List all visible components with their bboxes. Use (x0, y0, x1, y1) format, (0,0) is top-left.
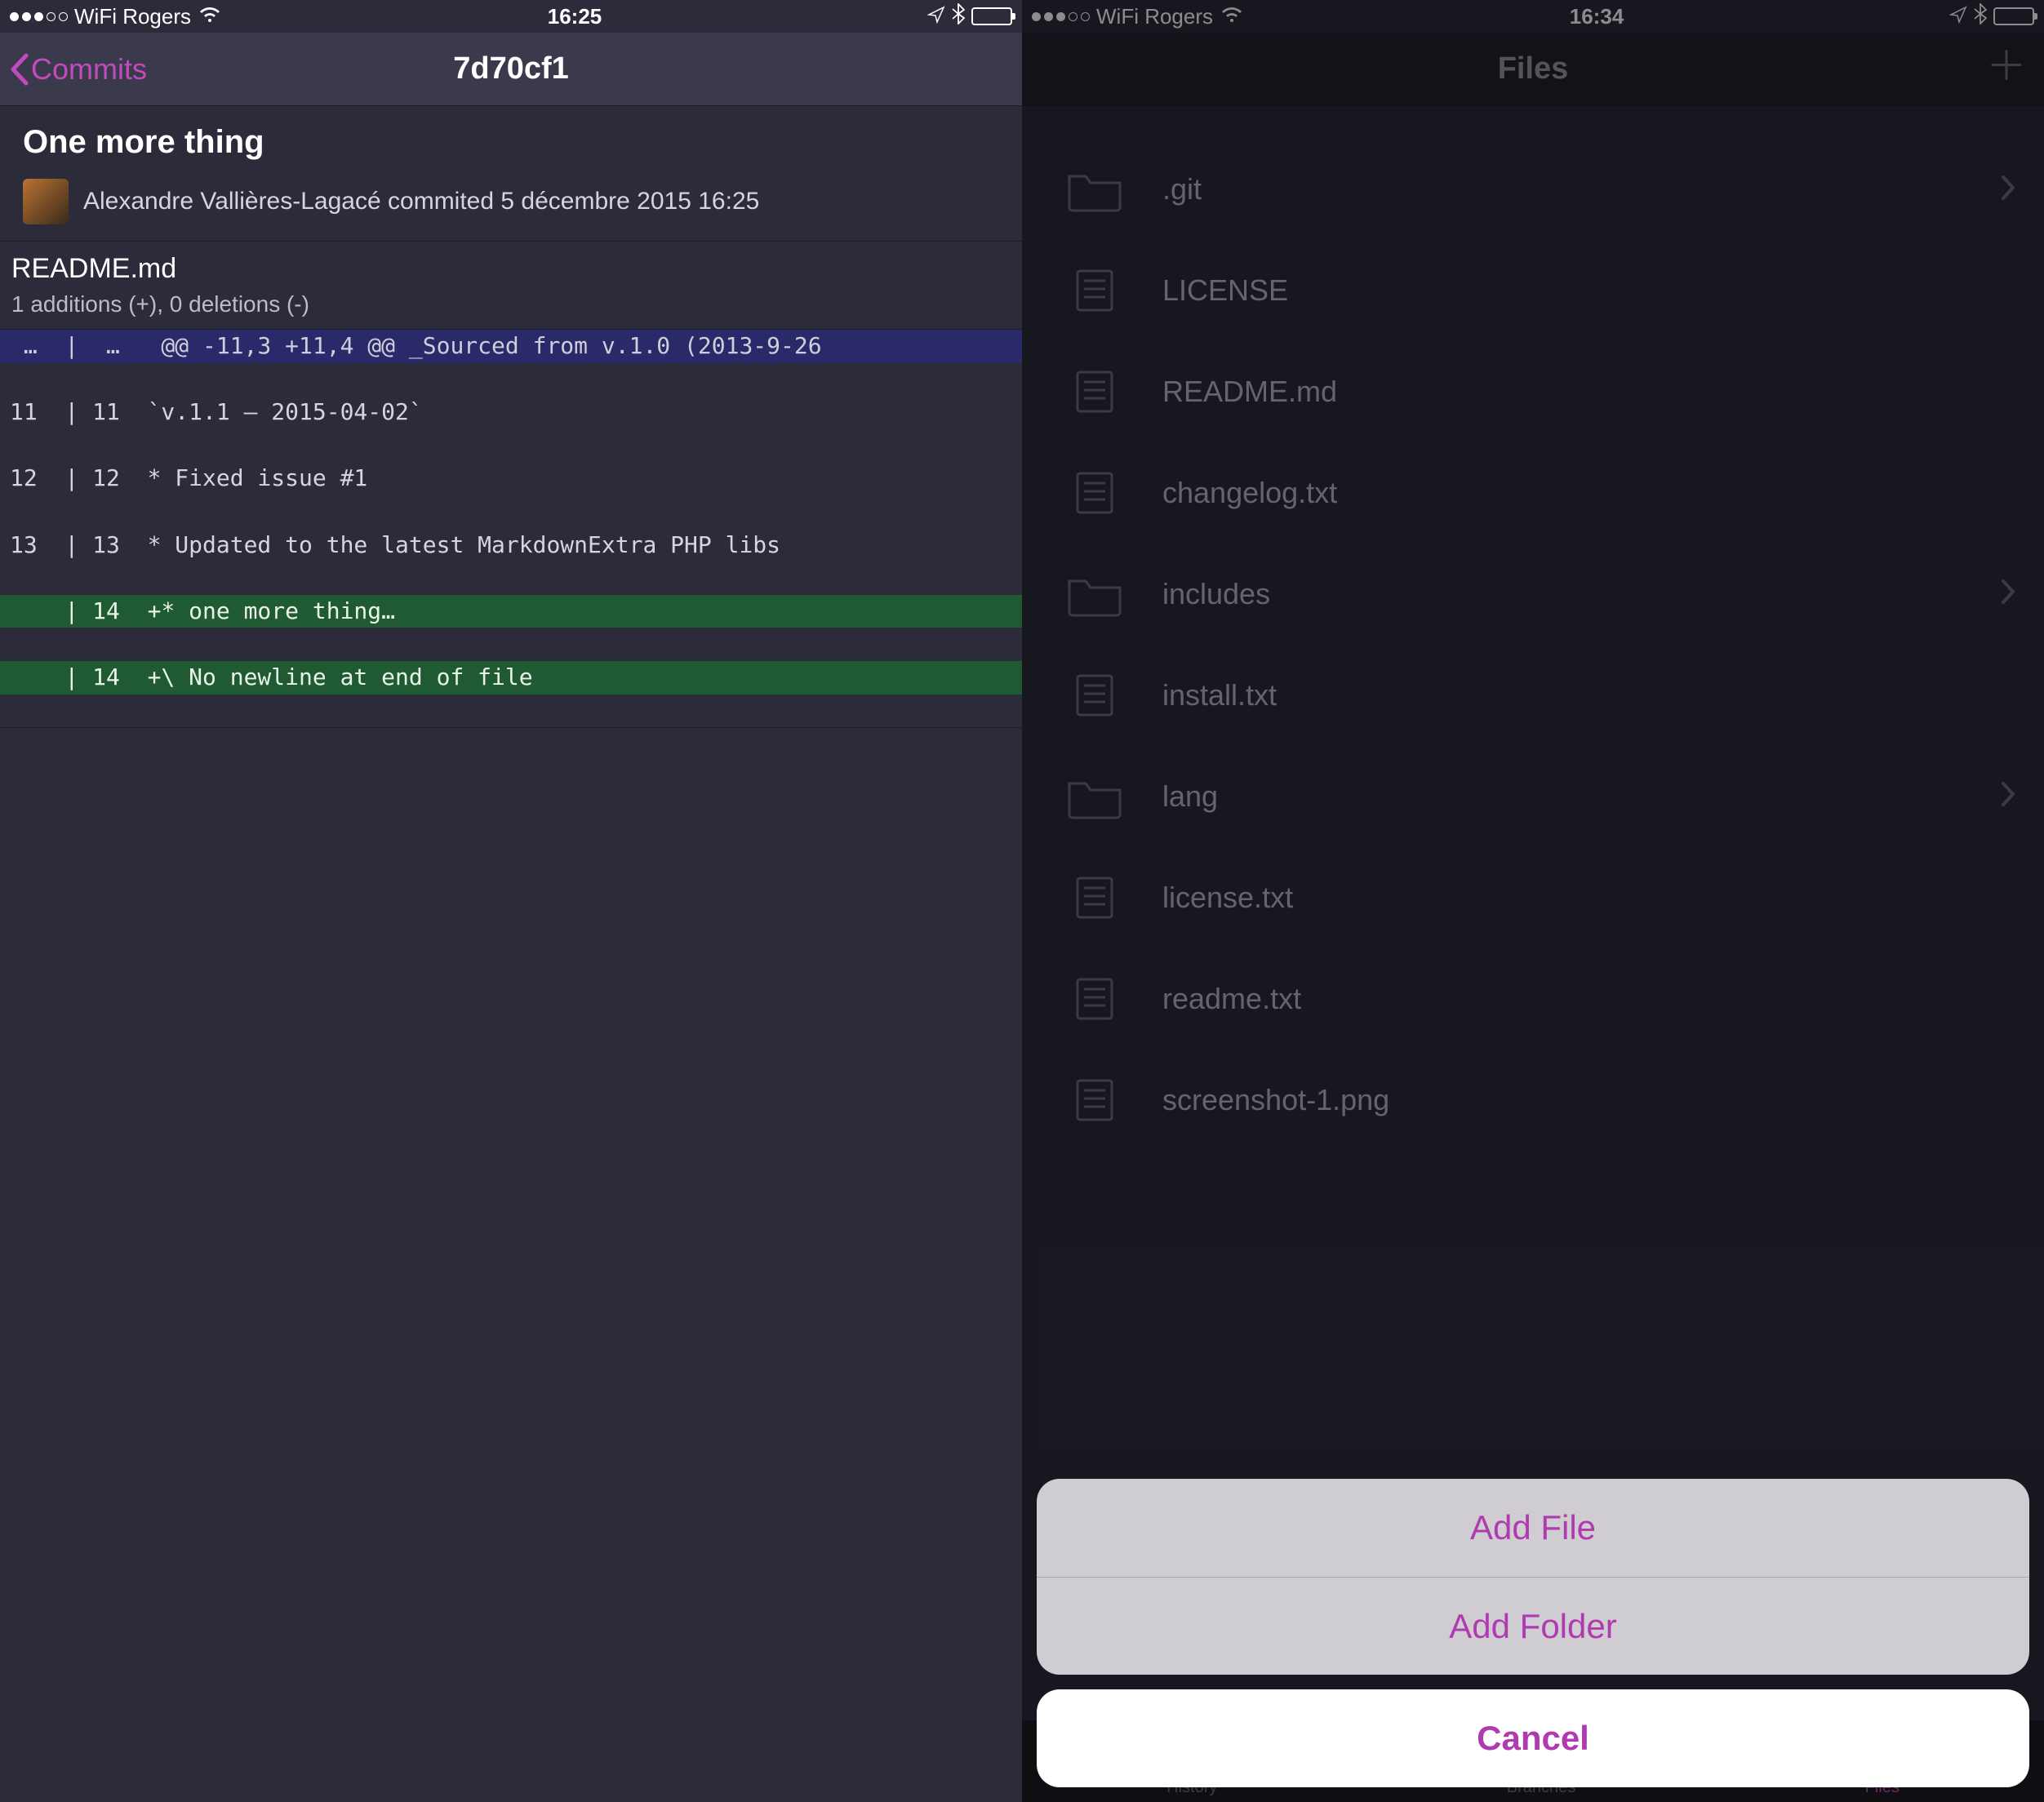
diff-line: | 14 +\ No newline at end of file (0, 661, 1022, 695)
nav-bar: Commits 7d70cf1 (0, 33, 1022, 106)
carrier-label: WiFi Rogers (74, 4, 191, 29)
diff-line: | 14 +* one more thing… (0, 595, 1022, 628)
page-title: 7d70cf1 (453, 51, 569, 87)
diff-line: 12 | 12 * Fixed issue #1 (0, 462, 1022, 495)
diff-line: 11 | 11 `v.1.1 — 2015-04-02` (0, 396, 1022, 429)
commit-detail-screen: WiFi Rogers 16:25 Commits 7d70cf1 One mo… (0, 0, 1022, 1802)
wifi-icon (198, 4, 222, 29)
commit-header: One more thing Alexandre Vallières-Lagac… (0, 106, 1022, 242)
bluetooth-icon (952, 3, 965, 30)
diff-file-header: README.md 1 additions (+), 0 deletions (… (0, 242, 1022, 330)
commit-message: One more thing (23, 124, 999, 161)
add-folder-button[interactable]: Add Folder (1037, 1577, 2029, 1675)
clock-label: 16:25 (548, 4, 602, 29)
battery-icon (971, 7, 1012, 25)
action-sheet: Add FileAdd Folder Cancel (1037, 1479, 2029, 1787)
files-screen: WiFi Rogers 16:34 Files .gitLICENSEREADM… (1022, 0, 2044, 1802)
commit-author-line: Alexandre Vallières-Lagacé commited 5 dé… (83, 188, 759, 215)
back-button[interactable]: Commits (8, 52, 147, 87)
status-bar: WiFi Rogers 16:25 (0, 0, 1022, 33)
signal-dots-icon (10, 12, 68, 21)
location-icon (927, 4, 945, 29)
diff-file-stats: 1 additions (+), 0 deletions (-) (11, 291, 1006, 317)
avatar (23, 179, 69, 224)
diff-line: … | … @@ -11,3 +11,4 @@ _Sourced from v.… (0, 330, 1022, 363)
diff-block: … | … @@ -11,3 +11,4 @@ _Sourced from v.… (0, 330, 1022, 728)
cancel-button[interactable]: Cancel (1037, 1689, 2029, 1787)
diff-file-name: README.md (11, 253, 1006, 285)
add-file-button[interactable]: Add File (1037, 1479, 2029, 1577)
diff-line: 13 | 13 * Updated to the latest Markdown… (0, 529, 1022, 562)
back-label: Commits (31, 52, 147, 87)
